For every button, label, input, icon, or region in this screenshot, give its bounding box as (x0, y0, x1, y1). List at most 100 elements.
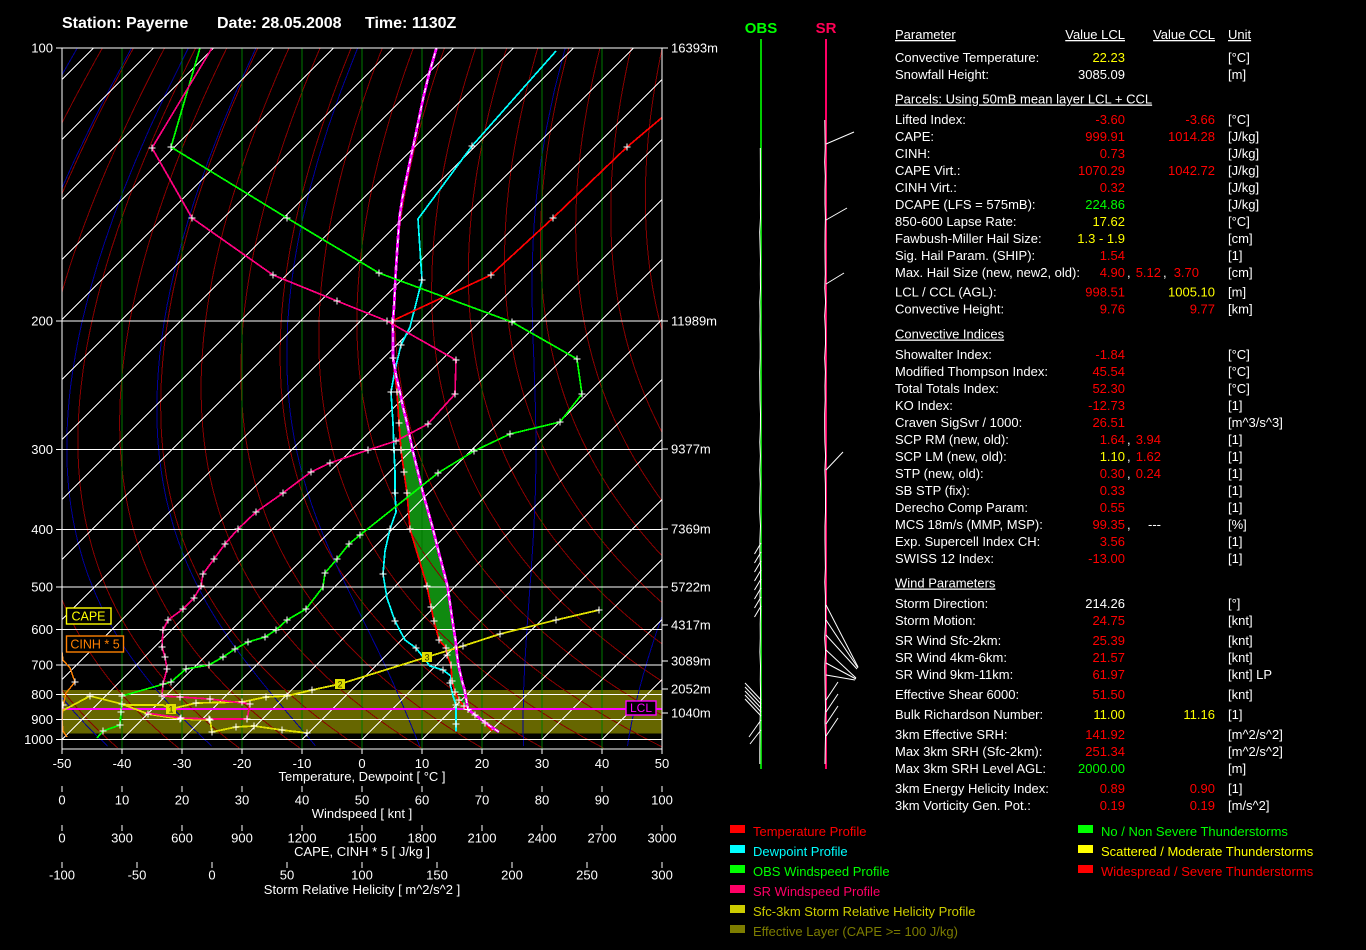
svg-text:-50: -50 (128, 868, 147, 883)
svg-text:0.55: 0.55 (1100, 500, 1125, 515)
svg-text:2100: 2100 (468, 831, 497, 846)
svg-text:LCL / CCL (AGL):: LCL / CCL (AGL): (895, 285, 997, 300)
svg-text:4317m: 4317m (671, 618, 711, 633)
svg-text:-100: -100 (49, 868, 75, 883)
svg-text:0.19: 0.19 (1190, 798, 1215, 813)
svg-text:3: 3 (424, 653, 429, 663)
svg-text:5.12: 5.12 (1136, 265, 1161, 280)
svg-text:Effective Shear 6000:: Effective Shear 6000: (895, 687, 1019, 702)
svg-text:Snowfall Height:: Snowfall Height: (895, 67, 989, 82)
svg-text:900: 900 (231, 831, 253, 846)
svg-text:SR Wind 4km-6km:: SR Wind 4km-6km: (895, 650, 1007, 665)
svg-text:Dewpoint Profile: Dewpoint Profile (753, 844, 848, 859)
svg-text:-20: -20 (233, 756, 252, 771)
svg-text:Storm Relative Helicity [ m^2: Storm Relative Helicity [ m^2/s^2 ] (264, 882, 460, 897)
svg-text:22.23: 22.23 (1092, 50, 1125, 65)
svg-text:CAPE:: CAPE: (895, 129, 934, 144)
svg-text:Wind Parameters: Wind Parameters (895, 576, 996, 591)
svg-text:SB STP (fix):: SB STP (fix): (895, 483, 970, 498)
svg-text:Unit: Unit (1228, 27, 1252, 42)
svg-text:OBS Windspeed Profile: OBS Windspeed Profile (753, 864, 890, 879)
svg-text:SR Windspeed Profile: SR Windspeed Profile (753, 884, 880, 899)
svg-text:[1]: [1] (1228, 500, 1242, 515)
svg-text:50: 50 (280, 868, 294, 883)
svg-text:SWISS 12 Index:: SWISS 12 Index: (895, 551, 994, 566)
svg-text:70: 70 (475, 793, 489, 808)
svg-text:Sig. Hail Param. (SHIP):: Sig. Hail Param. (SHIP): (895, 248, 1035, 263)
svg-text:Bulk Richardson Number:: Bulk Richardson Number: (895, 707, 1043, 722)
svg-text:[°C]: [°C] (1228, 50, 1250, 65)
svg-text:30: 30 (535, 756, 549, 771)
svg-text:,: , (1127, 449, 1131, 464)
svg-text:11989m: 11989m (671, 314, 717, 329)
svg-text:[J/kg]: [J/kg] (1228, 129, 1259, 144)
svg-text:-3.66: -3.66 (1185, 112, 1215, 127)
svg-text:Temperature Profile: Temperature Profile (753, 824, 866, 839)
svg-text:-13.00: -13.00 (1088, 551, 1125, 566)
svg-text:5722m: 5722m (671, 580, 711, 595)
svg-text:[m^2/s^2]: [m^2/s^2] (1228, 727, 1283, 742)
svg-text:30: 30 (235, 793, 249, 808)
svg-text:45.54: 45.54 (1092, 364, 1125, 379)
svg-text:,: , (1127, 517, 1131, 532)
svg-text:Total Totals Index:: Total Totals Index: (895, 381, 999, 396)
svg-text:SCP RM (new, old):: SCP RM (new, old): (895, 432, 1009, 447)
svg-text:Max 3km SRH Level AGL:: Max 3km SRH Level AGL: (895, 761, 1046, 776)
svg-text:[%]: [%] (1228, 517, 1247, 532)
svg-text:99.35: 99.35 (1092, 517, 1125, 532)
svg-text:LCL: LCL (630, 701, 652, 715)
svg-text:---: --- (1148, 517, 1161, 532)
svg-text:250: 250 (576, 868, 598, 883)
svg-text:0.30: 0.30 (1100, 466, 1125, 481)
svg-text:3.94: 3.94 (1136, 432, 1161, 447)
svg-text:17.62: 17.62 (1092, 214, 1125, 229)
svg-text:1: 1 (168, 705, 173, 715)
svg-text:1014.28: 1014.28 (1168, 129, 1215, 144)
svg-text:Widespread / Severe Thundersto: Widespread / Severe Thunderstorms (1101, 864, 1314, 879)
svg-text:[1]: [1] (1228, 781, 1242, 796)
svg-text:Parameter: Parameter (895, 27, 956, 42)
svg-text:[knt]: [knt] (1228, 633, 1253, 648)
svg-text:[m^3/s^3]: [m^3/s^3] (1228, 415, 1283, 430)
svg-text:Windspeed [ knt ]: Windspeed [ knt ] (312, 806, 412, 821)
svg-text:700: 700 (31, 657, 53, 672)
svg-text:Convective Temperature:: Convective Temperature: (895, 50, 1039, 65)
svg-text:0: 0 (208, 868, 215, 883)
svg-text:SR Wind Sfc-2km:: SR Wind Sfc-2km: (895, 633, 1001, 648)
svg-text:Max. Hail Size (new, new2, old: Max. Hail Size (new, new2, old): (895, 265, 1080, 280)
svg-text:[cm]: [cm] (1228, 231, 1253, 246)
svg-text:1005.10: 1005.10 (1168, 285, 1215, 300)
svg-text:2400: 2400 (528, 831, 557, 846)
svg-text:0.90: 0.90 (1190, 781, 1215, 796)
svg-text:300: 300 (651, 868, 673, 883)
svg-text:0.73: 0.73 (1100, 146, 1125, 161)
svg-text:90: 90 (595, 793, 609, 808)
svg-text:SR Wind 9km-11km:: SR Wind 9km-11km: (895, 667, 1013, 682)
svg-text:Parcels: Using 50mB mean layer: Parcels: Using 50mB mean layer LCL + CCL (895, 92, 1152, 107)
svg-text:[°C]: [°C] (1228, 364, 1250, 379)
svg-text:4.90: 4.90 (1100, 265, 1125, 280)
svg-text:0.32: 0.32 (1100, 180, 1125, 195)
svg-text:Craven SigSvr / 1000:: Craven SigSvr / 1000: (895, 415, 1022, 430)
svg-text:3km Vorticity Gen. Pot.:: 3km Vorticity Gen. Pot.: (895, 798, 1031, 813)
svg-text:Fawbush-Miller Hail Size:: Fawbush-Miller Hail Size: (895, 231, 1042, 246)
svg-text:Temperature, Dewpoint [ °C ]: Temperature, Dewpoint [ °C ] (278, 769, 445, 784)
svg-text:[J/kg]: [J/kg] (1228, 180, 1259, 195)
svg-text:[1]: [1] (1228, 466, 1242, 481)
svg-text:Effective Layer (CAPE >= 100 J: Effective Layer (CAPE >= 100 J/kg) (753, 924, 958, 939)
svg-text:21.57: 21.57 (1092, 650, 1125, 665)
svg-text:61.97: 61.97 (1092, 667, 1125, 682)
svg-text:[km]: [km] (1228, 302, 1253, 317)
svg-text:141.92: 141.92 (1085, 727, 1125, 742)
svg-text:20: 20 (475, 756, 489, 771)
svg-text:3km Energy Helicity Index:: 3km Energy Helicity Index: (895, 781, 1049, 796)
svg-text:3km Effective SRH:: 3km Effective SRH: (895, 727, 1007, 742)
svg-text:Showalter Index:: Showalter Index: (895, 347, 992, 362)
svg-text:CAPE, CINH * 5 [ J/kg ]: CAPE, CINH * 5 [ J/kg ] (294, 844, 430, 859)
svg-text:[m]: [m] (1228, 285, 1246, 300)
svg-text:-1.84: -1.84 (1095, 347, 1125, 362)
svg-text:[m]: [m] (1228, 67, 1246, 82)
svg-text:200: 200 (31, 314, 53, 329)
svg-text:51.50: 51.50 (1092, 687, 1125, 702)
svg-text:214.26: 214.26 (1085, 596, 1125, 611)
